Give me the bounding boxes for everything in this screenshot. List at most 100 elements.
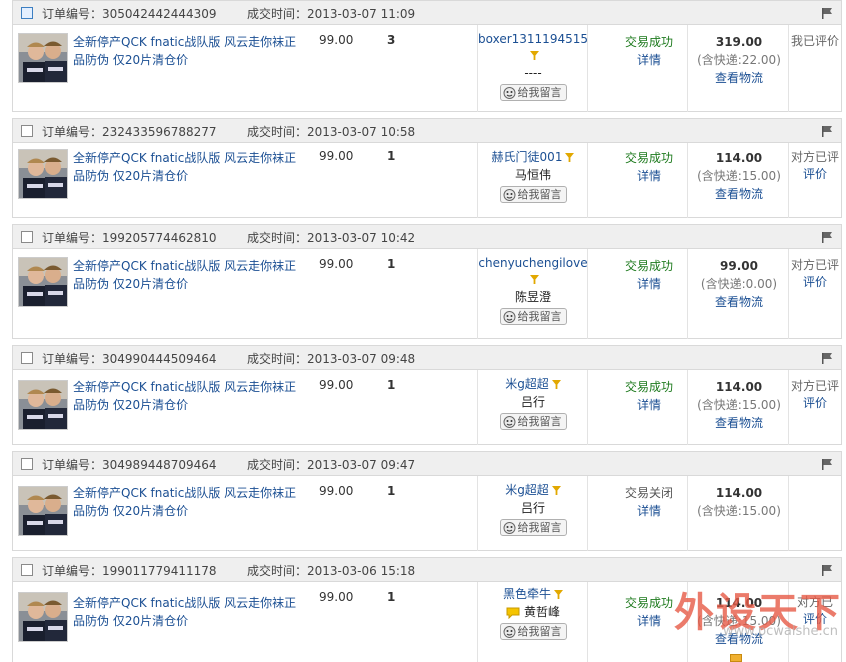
buyer-name-link[interactable]: 米g超超 [505, 377, 549, 391]
review-link[interactable]: 评价 [789, 166, 841, 183]
flag-icon[interactable] [821, 352, 833, 364]
product-title[interactable]: 全新停产QCK fnatic战队版 风云走你袜正品防伪 仅20片清仓价 [73, 594, 303, 630]
product-title[interactable]: 全新停产QCK fnatic战队版 风云走你袜正品防伪 仅20片清仓价 [73, 484, 303, 520]
buyer-name-link[interactable]: chenyuchengilove [478, 256, 587, 270]
order-number: 订单编号：199205774462810 [42, 231, 217, 245]
review-link[interactable]: 评价 [789, 611, 841, 628]
quantity: 1 [387, 149, 396, 163]
filter-icon[interactable] [554, 590, 563, 599]
trade-status: 交易成功 详情 [599, 594, 699, 630]
view-logistics-link[interactable]: 查看物流 [689, 630, 789, 648]
trade-status: 交易关闭 详情 [599, 484, 699, 520]
view-logistics-link[interactable]: 查看物流 [689, 185, 789, 203]
order-checkbox[interactable] [21, 125, 33, 137]
total-value: 114.00 [715, 151, 763, 165]
trade-status: 交易成功 详情 [599, 257, 699, 293]
filter-icon[interactable] [551, 486, 561, 495]
review-cell: 对方已 评价 [789, 594, 841, 628]
leave-message-button[interactable]: 给我留言 [499, 623, 567, 640]
order-card: 订单编号：304990444509464 成交时间：2013-03-07 09:… [12, 345, 842, 445]
product-thumbnail[interactable] [18, 33, 68, 83]
order-number: 订单编号：305042442444309 [42, 7, 217, 21]
leave-message-button[interactable]: 给我留言 [499, 519, 567, 536]
review-status: 对方已评 [790, 379, 839, 393]
buyer-real-name: 吕行 [520, 395, 545, 409]
detail-link[interactable]: 详情 [599, 167, 699, 185]
buyer-name-link[interactable]: 赫氏门徒001 [492, 150, 563, 164]
status-text: 交易成功 [624, 259, 673, 273]
product-thumbnail[interactable] [18, 592, 68, 642]
quantity: 1 [387, 590, 396, 604]
leave-message-button[interactable]: 给我留言 [499, 413, 567, 430]
detail-link[interactable]: 详情 [599, 396, 699, 414]
status-text: 交易成功 [624, 380, 673, 394]
detail-link[interactable]: 详情 [599, 612, 699, 630]
review-cell: 我已评价 [789, 33, 841, 50]
product-title[interactable]: 全新停产QCK fnatic战队版 风云走你袜正品防伪 仅20片清仓价 [73, 378, 303, 414]
product-thumbnail[interactable] [18, 486, 68, 536]
product-thumbnail[interactable] [18, 149, 68, 199]
deal-time: 成交时间：2013-03-07 09:48 [247, 352, 416, 366]
product-title[interactable]: 全新停产QCK fnatic战队版 风云走你袜正品防伪 仅20片清仓价 [73, 33, 303, 69]
flag-icon[interactable] [821, 564, 833, 576]
shipping-fee: (含快递:15.00) [697, 614, 781, 628]
trade-status: 交易成功 详情 [599, 33, 699, 69]
review-link[interactable]: 评价 [789, 395, 841, 412]
review-link[interactable]: 评价 [789, 274, 841, 291]
product-title[interactable]: 全新停产QCK fnatic战队版 风云走你袜正品防伪 仅20片清仓价 [73, 149, 303, 185]
total-value: 114.00 [715, 380, 763, 394]
trade-status: 交易成功 详情 [599, 149, 699, 185]
deal-time: 成交时间：2013-03-07 10:42 [247, 231, 416, 245]
product-thumbnail[interactable] [18, 257, 68, 307]
order-number: 订单编号：232433596788277 [42, 125, 217, 139]
review-cell: 对方已评 评价 [789, 257, 841, 291]
buyer-name-link[interactable]: 米g超超 [505, 483, 549, 497]
shipping-fee: (含快递:15.00) [697, 398, 781, 412]
buyer-real-name: 陈昱澄 [514, 290, 551, 304]
view-logistics-link[interactable]: 查看物流 [689, 69, 789, 87]
leave-message-button[interactable]: 给我留言 [499, 186, 567, 203]
status-text: 交易成功 [624, 151, 673, 165]
total-value: 114.00 [715, 486, 763, 500]
unit-price: 99.00 [319, 484, 354, 498]
order-checkbox[interactable] [21, 458, 33, 470]
buyer-cell: 米g超超 吕行 给我留言 [478, 482, 588, 536]
deal-time: 成交时间：2013-03-06 15:18 [247, 564, 416, 578]
leave-message-button[interactable]: 给我留言 [499, 308, 567, 325]
filter-icon[interactable] [530, 275, 539, 284]
leave-message-button[interactable]: 给我留言 [499, 84, 567, 101]
flag-icon[interactable] [821, 231, 833, 243]
filter-icon[interactable] [530, 51, 539, 60]
filter-icon[interactable] [551, 380, 561, 389]
order-header: 订单编号：199205774462810 成交时间：2013-03-07 10:… [13, 225, 841, 249]
buyer-name-link[interactable]: boxer1311194515 [478, 32, 588, 46]
view-logistics-link[interactable]: 查看物流 [689, 414, 789, 432]
face-icon [503, 416, 515, 428]
product-thumbnail[interactable] [18, 380, 68, 430]
chat-icon[interactable] [506, 607, 520, 619]
order-checkbox[interactable] [21, 7, 33, 19]
trade-status: 交易成功 详情 [599, 378, 699, 414]
buyer-name-link[interactable]: 黑色牵牛 [503, 587, 551, 601]
buyer-cell: 米g超超 吕行 给我留言 [478, 376, 588, 430]
flag-icon[interactable] [821, 458, 833, 470]
total-amount: 99.00 (含快递:0.00) 查看物流 [689, 257, 789, 311]
order-header: 订单编号：232433596788277 成交时间：2013-03-07 10:… [13, 119, 841, 143]
detail-link[interactable]: 详情 [599, 502, 699, 520]
face-icon [503, 626, 515, 638]
order-checkbox[interactable] [21, 231, 33, 243]
product-title[interactable]: 全新停产QCK fnatic战队版 风云走你袜正品防伪 仅20片清仓价 [73, 257, 303, 293]
flag-icon[interactable] [821, 7, 833, 19]
order-checkbox[interactable] [21, 352, 33, 364]
total-amount: 114.00 (含快递:15.00) 查看物流 [689, 594, 789, 648]
flag-icon[interactable] [821, 125, 833, 137]
filter-icon[interactable] [565, 153, 575, 162]
face-icon [503, 311, 515, 323]
order-body: 全新停产QCK fnatic战队版 风云走你袜正品防伪 仅20片清仓价 99.0… [13, 249, 841, 339]
review-cell: 对方已评 评价 [789, 149, 841, 183]
detail-link[interactable]: 详情 [599, 275, 699, 293]
review-status: 我已评价 [790, 34, 839, 48]
order-checkbox[interactable] [21, 564, 33, 576]
view-logistics-link[interactable]: 查看物流 [689, 293, 789, 311]
detail-link[interactable]: 详情 [599, 51, 699, 69]
